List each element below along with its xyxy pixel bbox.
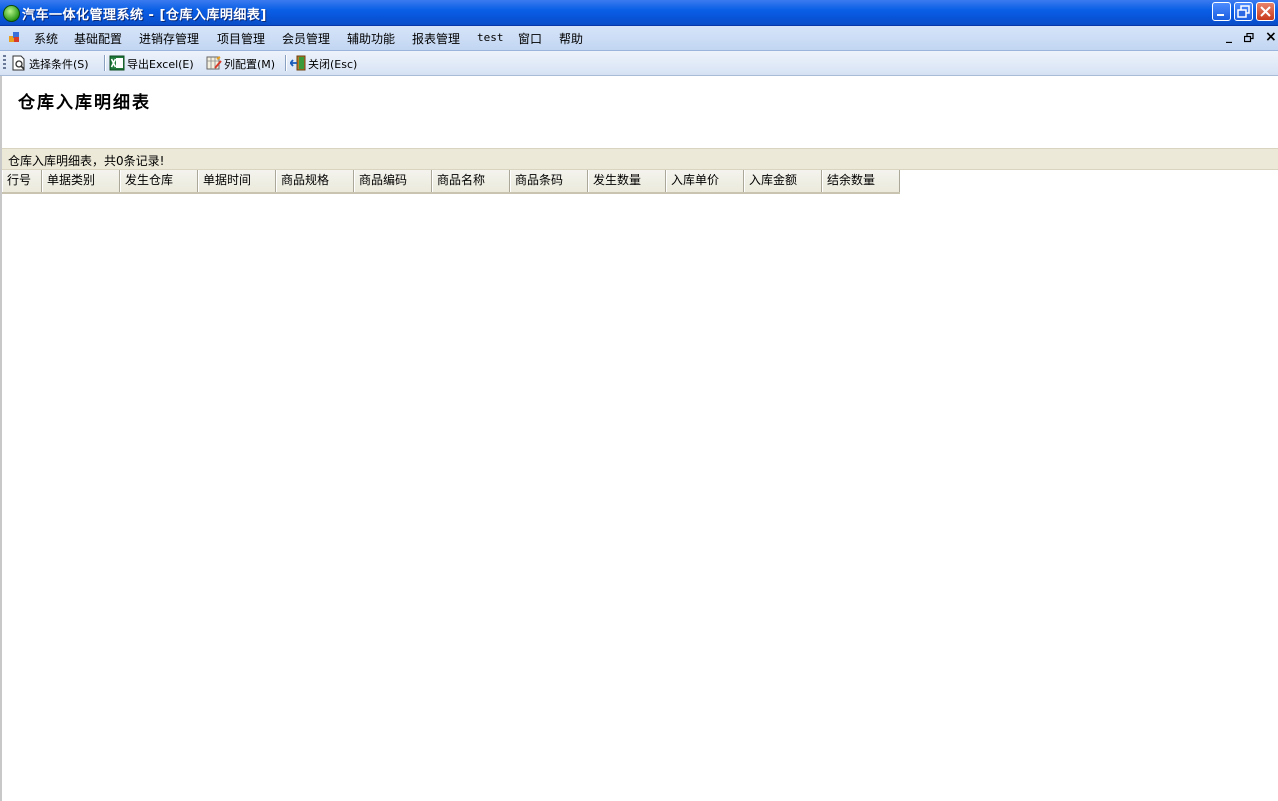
column-header-unit-price[interactable]: 入库单价: [666, 170, 744, 192]
exit-door-icon: [290, 55, 306, 71]
column-header-warehouse[interactable]: 发生仓库: [120, 170, 198, 192]
mdi-minimize-button[interactable]: _: [1226, 29, 1232, 43]
menu-item-base-config[interactable]: 基础配置: [74, 30, 122, 47]
record-summary-text: 仓库入库明细表，共0条记录!: [8, 154, 165, 168]
column-header-barcode[interactable]: 商品条码: [510, 170, 588, 192]
search-document-icon: [12, 55, 25, 71]
minimize-icon: [1217, 14, 1224, 16]
menu-item-help[interactable]: 帮助: [559, 30, 583, 47]
export-excel-label: 导出Excel(E): [127, 58, 194, 71]
column-header-doc-time[interactable]: 单据时间: [198, 170, 276, 192]
restore-icon: [1237, 5, 1250, 18]
minimize-button[interactable]: [1212, 2, 1231, 21]
select-condition-button[interactable]: 选择条件(S): [11, 54, 99, 72]
menu-item-project[interactable]: 项目管理: [217, 30, 265, 47]
close-window-button[interactable]: [1256, 2, 1275, 21]
close-icon: [1260, 6, 1271, 17]
mdi-restore-icon[interactable]: [1244, 33, 1254, 43]
toolbar-separator: [285, 55, 287, 71]
toolbar-separator: [104, 55, 106, 71]
menu-item-window[interactable]: 窗口: [518, 30, 542, 47]
toolbar: 选择条件(S) 导出Excel(E) 列配置(M) 关闭(Esc): [0, 51, 1278, 76]
column-header-quantity[interactable]: 发生数量: [588, 170, 666, 192]
column-config-button[interactable]: 列配置(M): [206, 54, 282, 72]
toolbar-grip[interactable]: [3, 55, 6, 71]
menu-bar: 系统 基础配置 进销存管理 项目管理 会员管理 辅助功能 报表管理 test 窗…: [0, 26, 1278, 51]
menu-item-inventory[interactable]: 进销存管理: [139, 30, 199, 47]
column-header-code[interactable]: 商品编码: [354, 170, 432, 192]
grid-header: 行号 单据类别 发生仓库 单据时间 商品规格 商品编码 商品名称 商品条码 发生…: [2, 170, 900, 194]
column-config-label: 列配置(M): [224, 58, 276, 71]
column-header-row-number[interactable]: 行号: [2, 170, 42, 192]
title-bar[interactable]: 汽车一体化管理系统 - [仓库入库明细表]: [0, 0, 1278, 26]
restore-button[interactable]: [1234, 2, 1253, 21]
export-excel-button[interactable]: 导出Excel(E): [109, 54, 201, 72]
excel-icon: [109, 55, 125, 71]
column-header-spec[interactable]: 商品规格: [276, 170, 354, 192]
column-settings-icon: [206, 56, 222, 70]
menu-item-test[interactable]: test: [477, 31, 504, 44]
record-summary-bar: 仓库入库明细表，共0条记录!: [2, 148, 1278, 170]
column-header-doc-type[interactable]: 单据类别: [42, 170, 120, 192]
mdi-close-button[interactable]: ×: [1265, 29, 1277, 45]
menu-item-system[interactable]: 系统: [34, 30, 58, 47]
select-condition-label: 选择条件(S): [29, 58, 89, 71]
column-header-name[interactable]: 商品名称: [432, 170, 510, 192]
report-title: 仓库入库明细表: [18, 93, 151, 113]
app-logo-icon: [3, 5, 20, 22]
column-header-balance-qty[interactable]: 结余数量: [822, 170, 900, 192]
menu-item-member[interactable]: 会员管理: [282, 30, 330, 47]
close-report-button[interactable]: 关闭(Esc): [290, 54, 366, 72]
mdi-child-icon[interactable]: [9, 32, 21, 44]
column-header-amount[interactable]: 入库金额: [744, 170, 822, 192]
menu-item-tools[interactable]: 辅助功能: [347, 30, 395, 47]
menu-item-reports[interactable]: 报表管理: [412, 30, 460, 47]
close-report-label: 关闭(Esc): [308, 58, 358, 71]
window-title: 汽车一体化管理系统 - [仓库入库明细表]: [22, 8, 267, 23]
